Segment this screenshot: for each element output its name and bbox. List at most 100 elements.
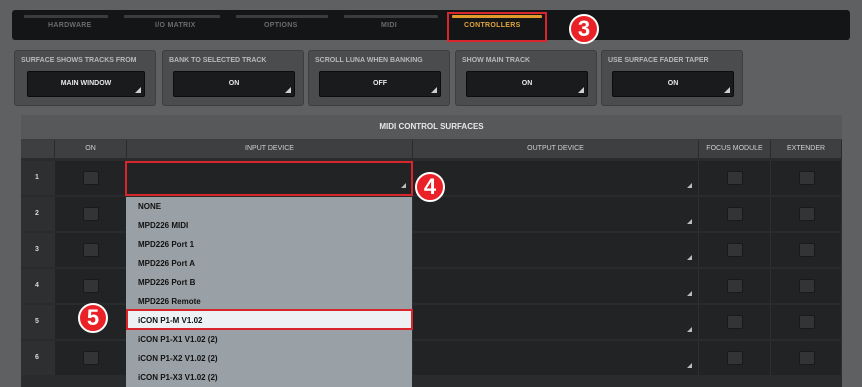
dropdown-option[interactable]: iCON P1-X2 V1.02 (2) — [126, 349, 412, 368]
row-number: 4 — [21, 269, 55, 303]
output-device-select[interactable] — [413, 197, 699, 231]
row-number: 2 — [21, 197, 55, 231]
column-header-output-device: OUTPUT DEVICE — [413, 140, 699, 158]
option-label: SURFACE SHOWS TRACKS FROM — [21, 57, 137, 64]
tab-io-matrix[interactable]: I/O MATRIX — [155, 22, 196, 29]
surface-shows-tracks-dropdown[interactable]: MAIN WINDOW — [27, 71, 145, 97]
option-label: BANK TO SELECTED TRACK — [169, 57, 267, 64]
callout-4: 4 — [415, 172, 445, 202]
dropdown-arrow-icon — [687, 255, 692, 260]
on-checkbox[interactable] — [83, 207, 99, 221]
output-device-select[interactable] — [413, 305, 699, 339]
extender-checkbox[interactable] — [799, 207, 815, 221]
column-header-on: ON — [55, 140, 127, 158]
focus-module-checkbox[interactable] — [727, 243, 743, 257]
dropdown-option[interactable]: NONE — [126, 197, 412, 216]
focus-module-cell — [699, 341, 771, 375]
option-value: ON — [667, 80, 679, 87]
row-number: 5 — [21, 305, 55, 339]
on-checkbox[interactable] — [83, 171, 99, 185]
on-checkbox[interactable] — [83, 279, 99, 293]
focus-module-cell — [699, 161, 771, 195]
show-main-track-dropdown[interactable]: ON — [466, 71, 588, 97]
extender-checkbox[interactable] — [799, 243, 815, 257]
selected-option-highlight — [126, 309, 413, 330]
focus-module-checkbox[interactable] — [727, 351, 743, 365]
tab-options[interactable]: OPTIONS — [264, 22, 298, 29]
column-header-number — [21, 140, 55, 158]
extender-cell — [771, 197, 842, 231]
dropdown-option[interactable]: MPD226 Port 1 — [126, 235, 412, 254]
dropdown-arrow-icon — [687, 183, 692, 188]
on-cell — [55, 341, 127, 375]
tab-hardware[interactable]: HARDWARE — [48, 22, 92, 29]
extender-cell — [771, 269, 842, 303]
input-device-highlight — [125, 161, 413, 196]
output-device-select[interactable] — [413, 161, 699, 195]
dropdown-option[interactable]: MPD226 MIDI — [126, 216, 412, 235]
focus-module-cell — [699, 305, 771, 339]
column-header-input-device: INPUT DEVICE — [127, 140, 413, 158]
on-checkbox[interactable] — [83, 351, 99, 365]
panel-title: MIDI CONTROL SURFACES — [21, 115, 842, 140]
extender-cell — [771, 305, 842, 339]
input-device-dropdown-list: NONE MPD226 MIDI MPD226 Port 1 MPD226 Po… — [126, 197, 412, 387]
dropdown-arrow-icon — [687, 291, 692, 296]
option-value: OFF — [373, 80, 387, 87]
focus-module-checkbox[interactable] — [727, 171, 743, 185]
callout-3: 3 — [569, 14, 599, 44]
option-value: ON — [521, 80, 533, 87]
dropdown-arrow-icon — [578, 87, 584, 93]
option-label: SCROLL LUNA WHEN BANKING — [315, 57, 423, 64]
option-use-surface-fader-taper: USE SURFACE FADER TAPER ON — [601, 50, 743, 106]
callout-5: 5 — [78, 303, 108, 333]
focus-module-checkbox[interactable] — [727, 279, 743, 293]
extender-checkbox[interactable] — [799, 315, 815, 329]
dropdown-arrow-icon — [687, 219, 692, 224]
dropdown-option[interactable]: MPD226 Port B — [126, 273, 412, 292]
focus-module-checkbox[interactable] — [727, 315, 743, 329]
extender-checkbox[interactable] — [799, 171, 815, 185]
column-header-extender: EXTENDER — [771, 140, 842, 158]
column-header-focus-module: FOCUS MODULE — [699, 140, 771, 158]
extender-cell — [771, 341, 842, 375]
top-bar: HARDWARE I/O MATRIX OPTIONS MIDI CONTROL… — [0, 0, 862, 44]
row-number: 3 — [21, 233, 55, 267]
option-show-main-track: SHOW MAIN TRACK ON — [455, 50, 597, 106]
focus-module-cell — [699, 233, 771, 267]
row-number: 6 — [21, 341, 55, 375]
scroll-luna-dropdown[interactable]: OFF — [319, 71, 441, 97]
tab-options-indicator — [236, 15, 328, 18]
options-row: SURFACE SHOWS TRACKS FROM MAIN WINDOW BA… — [14, 50, 848, 108]
dropdown-option[interactable]: iCON P1-X3 V1.02 (2) — [126, 368, 412, 387]
tab-hardware-indicator — [24, 15, 108, 18]
output-device-select[interactable] — [413, 233, 699, 267]
extender-checkbox[interactable] — [799, 279, 815, 293]
dropdown-option[interactable]: iCON P1-X1 V1.02 (2) — [126, 330, 412, 349]
focus-module-cell — [699, 269, 771, 303]
on-cell — [55, 197, 127, 231]
extender-cell — [771, 161, 842, 195]
option-label: USE SURFACE FADER TAPER — [608, 57, 709, 64]
column-headers: ON INPUT DEVICE OUTPUT DEVICE FOCUS MODU… — [21, 140, 842, 158]
tab-midi-indicator — [344, 15, 438, 18]
option-surface-shows-tracks: SURFACE SHOWS TRACKS FROM MAIN WINDOW — [14, 50, 156, 106]
focus-module-checkbox[interactable] — [727, 207, 743, 221]
on-checkbox[interactable] — [83, 243, 99, 257]
tab-io-matrix-indicator — [124, 15, 220, 18]
tab-midi[interactable]: MIDI — [381, 22, 397, 29]
extender-cell — [771, 233, 842, 267]
controllers-highlight — [447, 12, 547, 42]
extender-checkbox[interactable] — [799, 351, 815, 365]
use-surface-fader-taper-dropdown[interactable]: ON — [612, 71, 734, 97]
dropdown-arrow-icon — [135, 87, 141, 93]
on-cell — [55, 233, 127, 267]
bank-to-selected-track-dropdown[interactable]: ON — [173, 71, 295, 97]
output-device-select[interactable] — [413, 341, 699, 375]
focus-module-cell — [699, 197, 771, 231]
option-scroll-luna-when-banking: SCROLL LUNA WHEN BANKING OFF — [308, 50, 450, 106]
dropdown-option[interactable]: MPD226 Port A — [126, 254, 412, 273]
output-device-select[interactable] — [413, 269, 699, 303]
on-cell — [55, 269, 127, 303]
row-number: 1 — [21, 161, 55, 195]
